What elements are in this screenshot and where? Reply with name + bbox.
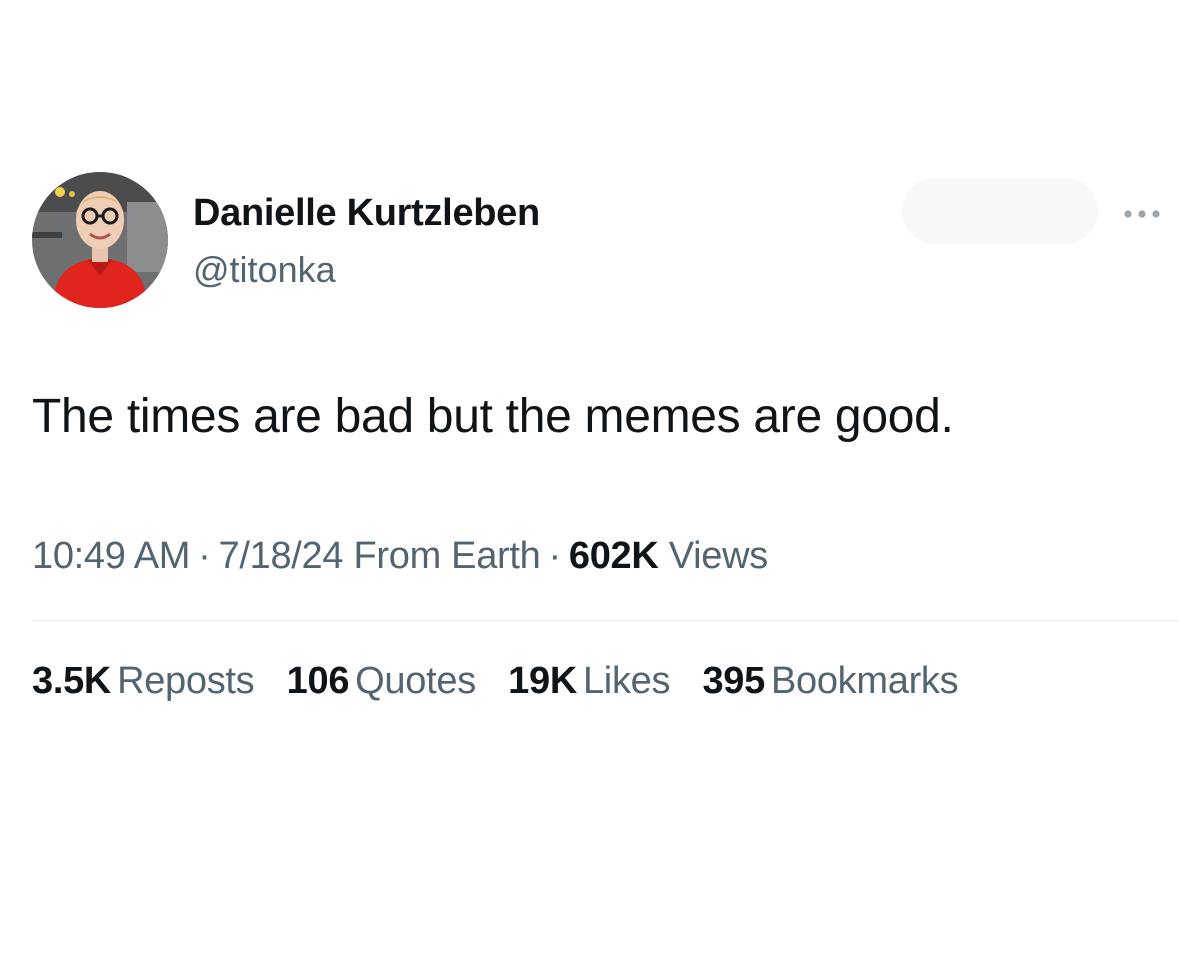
author-name[interactable]: Danielle Kurtzleben	[193, 192, 540, 235]
reposts-label: Reposts	[117, 660, 255, 702]
bookmarks-label: Bookmarks	[770, 660, 959, 702]
likes-label: Likes	[582, 660, 671, 702]
more-horizontal-icon	[1124, 210, 1160, 218]
author-handle[interactable]: @titonka	[193, 249, 336, 291]
bookmarks-count: 395	[702, 660, 765, 702]
avatar-image	[32, 172, 168, 308]
tweet-meta: 10:49 AM · 7/18/24 From Earth · 602K Views	[32, 535, 768, 578]
views-count: 602K	[568, 535, 659, 577]
follow-button[interactable]	[902, 178, 1098, 244]
quotes-label: Quotes	[355, 660, 476, 702]
stat-reposts[interactable]: 3.5K Reposts	[32, 660, 255, 703]
tweet-source: From Earth	[353, 535, 541, 577]
more-options-button[interactable]	[1118, 200, 1174, 228]
tweet-text: The times are bad but the memes are good…	[32, 390, 954, 443]
stat-likes[interactable]: 19K Likes	[508, 660, 670, 703]
stat-bookmarks[interactable]: 395 Bookmarks	[702, 660, 958, 703]
tweet-card: Danielle Kurtzleben @titonka The times a…	[0, 0, 1179, 974]
engagement-stats: 3.5K Reposts 106 Quotes 19K Likes 395 Bookma…	[32, 660, 959, 703]
stat-quotes[interactable]: 106 Quotes	[286, 660, 477, 703]
divider	[32, 620, 1179, 621]
avatar[interactable]	[32, 172, 168, 308]
quotes-count: 106	[286, 660, 350, 702]
likes-count: 19K	[508, 660, 577, 702]
tweet-date[interactable]: 7/18/24	[219, 535, 344, 577]
tweet-timestamp[interactable]: 10:49 AM · 7/18/24	[32, 535, 344, 577]
reposts-count: 3.5K	[32, 660, 112, 702]
meta-separator: ·	[198, 535, 211, 577]
views-label: Views	[668, 535, 768, 577]
meta-separator: ·	[548, 535, 562, 577]
tweet-time[interactable]: 10:49 AM	[32, 535, 190, 577]
